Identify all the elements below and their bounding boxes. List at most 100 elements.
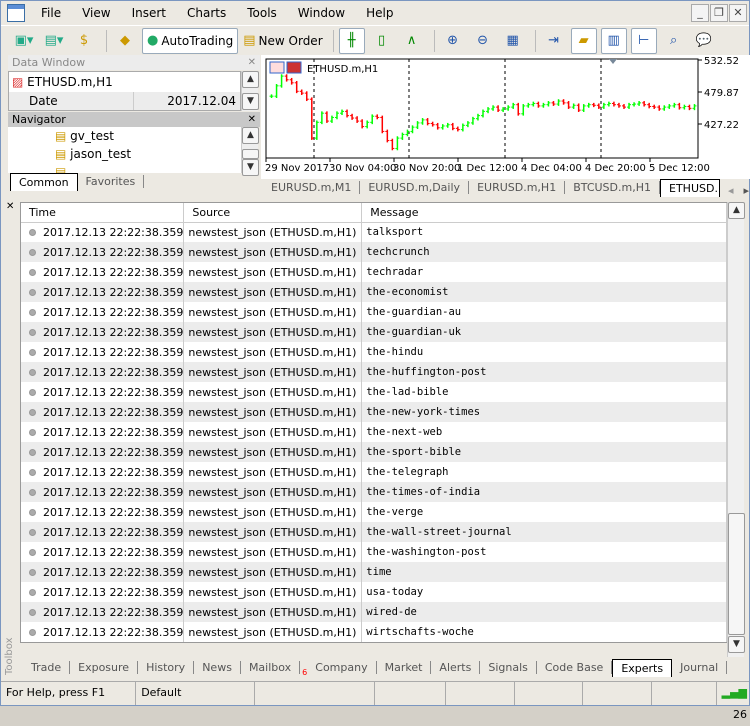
toolbox-close-icon[interactable]: ✕: [6, 201, 14, 212]
new-order-button[interactable]: ▤ New Order: [242, 28, 323, 54]
line-chart-icon[interactable]: ∧: [399, 28, 425, 54]
autotrading-button[interactable]: ● AutoTrading: [142, 27, 239, 54]
table-row[interactable]: 2017.12.13 22:22:38.359 newstest_json (ET…: [21, 262, 727, 282]
tab-journal[interactable]: Journal: [672, 661, 728, 674]
terminal-window: File View Insert Charts Tools Window Hel…: [0, 0, 750, 721]
chart-tab[interactable]: EURUSD.m,Daily: [360, 181, 470, 194]
toolbox-tabs: Trade Exposure History News Mailbox 6 Company M…: [23, 657, 728, 677]
new-chart-icon[interactable]: ▣▾: [11, 28, 37, 54]
close-icon[interactable]: ✕: [248, 55, 256, 70]
column-source[interactable]: Source: [183, 203, 363, 223]
navigator-item[interactable]: ▤ gv_test: [8, 127, 241, 145]
price-chart[interactable]: 532.52 479.87 427.22 29 Nov 2017 30 Nov 04:0…: [261, 55, 750, 179]
table-row[interactable]: 2017.12.13 22:22:38.359 newstest_json (ET…: [21, 562, 727, 582]
menu-view[interactable]: View: [74, 6, 123, 20]
tab-news[interactable]: News: [194, 661, 241, 674]
tab-code-base[interactable]: Code Base: [537, 661, 613, 674]
tab-company[interactable]: Company: [307, 661, 377, 674]
chart-window[interactable]: 532.52 479.87 427.22 29 Nov 2017 30 Nov 04:0…: [261, 55, 750, 179]
tab-market[interactable]: Market: [377, 661, 432, 674]
chart-title: ETHUSD.m,H1: [307, 64, 378, 75]
table-row[interactable]: 2017.12.13 22:22:38.359 newstest_json (ET…: [21, 522, 727, 542]
table-row[interactable]: 2017.12.13 22:22:38.359 newstest_json (ET…: [21, 222, 727, 242]
tab-trade[interactable]: Trade: [23, 661, 71, 674]
menu-help[interactable]: Help: [358, 6, 406, 20]
zoom-out-icon[interactable]: ⊖: [470, 28, 496, 54]
crosshair-icon[interactable]: ⊢: [630, 27, 657, 54]
data-window-icon[interactable]: ▥: [600, 27, 627, 54]
table-row[interactable]: 2017.12.13 22:22:38.359 newstest_json (ET…: [21, 402, 727, 422]
scroll-thumb[interactable]: [728, 513, 745, 635]
log-message: the-lad-bible: [361, 382, 727, 402]
restore-button[interactable]: ❐: [710, 4, 728, 22]
chart-shift-icon[interactable]: ⇥: [541, 28, 567, 54]
table-row[interactable]: 2017.12.13 22:22:38.359 newstest_json (ET…: [21, 582, 727, 602]
chart-tab[interactable]: EURUSD.m,M1: [263, 181, 361, 194]
table-row[interactable]: 2017.12.13 22:22:38.359 newstest_json (ET…: [21, 442, 727, 462]
time-label: 30 Nov 20:00: [393, 163, 460, 174]
templates-icon[interactable]: ▰: [570, 27, 597, 54]
price-label: 532.52: [704, 56, 739, 67]
search-icon[interactable]: ⌕: [661, 28, 687, 54]
tab-common[interactable]: Common: [10, 173, 78, 191]
navigator-scrollbar[interactable]: ▲ ▼: [241, 127, 259, 176]
chart-tab-active[interactable]: ETHUSD.m,H1: [660, 179, 720, 197]
tile-windows-icon[interactable]: ▦: [500, 28, 526, 54]
tab-alerts[interactable]: Alerts: [431, 661, 481, 674]
bar-chart-icon[interactable]: ╫: [338, 27, 365, 54]
table-row[interactable]: 2017.12.13 22:22:38.359 newstest_json (ET…: [21, 342, 727, 362]
table-row[interactable]: 2017.12.13 22:22:38.359 newstest_json (ET…: [21, 382, 727, 402]
table-row[interactable]: 2017.12.13 22:22:38.359 newstest_json (ET…: [21, 622, 727, 642]
tab-exposure[interactable]: Exposure: [70, 661, 139, 674]
tab-mailbox[interactable]: Mailbox: [241, 661, 301, 674]
table-row[interactable]: 2017.12.13 22:22:38.359 newstest_json (ET…: [21, 462, 727, 482]
log-message: time: [361, 562, 727, 582]
log-source: newstest_json (ETHUSD.m,H1): [183, 602, 363, 622]
table-row[interactable]: 2017.12.13 22:22:38.359 newstest_json (ET…: [21, 282, 727, 302]
tab-signals[interactable]: Signals: [480, 661, 537, 674]
zoom-in-icon[interactable]: ⊕: [440, 28, 466, 54]
table-row[interactable]: 2017.12.13 22:22:38.359 newstest_json (ET…: [21, 602, 727, 622]
tab-experts[interactable]: Experts: [612, 659, 673, 677]
log-scrollbar[interactable]: ▲ ▼: [727, 202, 745, 657]
navigator-item[interactable]: ▤ jason_test: [8, 145, 241, 163]
menu-file[interactable]: File: [33, 6, 74, 20]
tab-history[interactable]: History: [138, 661, 195, 674]
table-row[interactable]: 2017.12.13 22:22:38.359 newstest_json (ET…: [21, 542, 727, 562]
tab-scroll-left-icon[interactable]: ◂: [728, 184, 734, 197]
menu-window[interactable]: Window: [290, 6, 358, 20]
column-time[interactable]: Time: [21, 203, 185, 223]
chart-tab[interactable]: EURUSD.m,H1: [469, 181, 566, 194]
data-window-scrollbar[interactable]: ▲ ▼: [241, 71, 259, 111]
chart-tab[interactable]: BTCUSD.m,H1: [565, 181, 660, 194]
market-watch-icon[interactable]: $: [71, 28, 97, 54]
table-row[interactable]: 2017.12.13 22:22:38.359 newstest_json (ET…: [21, 362, 727, 382]
candlestick-icon[interactable]: ▯: [369, 28, 395, 54]
metaeditor-icon[interactable]: ◆: [112, 28, 138, 54]
navigator-item[interactable]: ▤ namedpipeserverbroadcaster: [8, 163, 241, 173]
tab-favorites[interactable]: Favorites: [78, 175, 145, 188]
table-row[interactable]: 2017.12.13 22:22:38.359 newstest_json (ET…: [21, 242, 727, 262]
log-time: 2017.12.13 22:22:38.359: [21, 262, 185, 282]
tab-scroll-right-icon[interactable]: ▸: [743, 184, 749, 197]
menu-insert[interactable]: Insert: [124, 6, 179, 20]
table-row[interactable]: 2017.12.13 22:22:38.359 newstest_json (ET…: [21, 502, 727, 522]
script-icon: ▤: [55, 165, 67, 173]
log-message: wirtschafts-woche: [361, 622, 727, 642]
profiles-icon[interactable]: ▤▾: [41, 28, 67, 54]
close-button[interactable]: ✕: [729, 4, 747, 22]
menu-tools[interactable]: Tools: [239, 6, 290, 20]
table-row[interactable]: 2017.12.13 22:22:38.359 newstest_json (ET…: [21, 322, 727, 342]
table-row[interactable]: 2017.12.13 22:22:38.359 newstest_json (ET…: [21, 302, 727, 322]
table-row[interactable]: 2017.12.13 22:22:38.359 newstest_json (ET…: [21, 422, 727, 442]
chart-tabs: EURUSD.m,M1 EURUSD.m,Daily EURUSD.m,H1 B…: [263, 179, 749, 197]
chat-icon[interactable]: 💬: [691, 28, 717, 54]
minimize-button[interactable]: _: [691, 4, 709, 22]
table-row[interactable]: 2017.12.13 22:22:38.359 newstest_json (ET…: [21, 482, 727, 502]
menu-charts[interactable]: Charts: [179, 6, 239, 20]
column-message[interactable]: Message: [361, 203, 727, 223]
status-dot-icon: [29, 469, 36, 476]
time-label: 4 Dec 20:00: [585, 163, 646, 174]
status-dot-icon: [29, 629, 36, 636]
close-icon[interactable]: ✕: [248, 112, 256, 127]
